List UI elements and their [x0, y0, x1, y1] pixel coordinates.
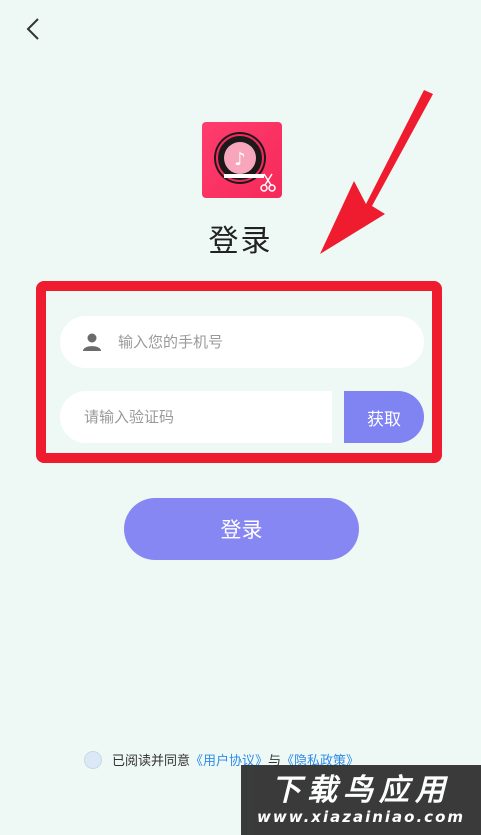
- login-button[interactable]: 登录: [124, 498, 359, 560]
- agreement-prefix: 已阅读并同意: [112, 754, 191, 769]
- watermark-title: 下载鸟应用: [271, 773, 451, 808]
- back-button[interactable]: [18, 14, 48, 44]
- music-disc-scissors-icon: ♪: [214, 132, 276, 192]
- annotation-highlight-box: [36, 281, 442, 463]
- chevron-left-icon: [26, 18, 39, 40]
- svg-text:♪: ♪: [234, 149, 246, 170]
- watermark-url: www.xiazainiao.com: [256, 808, 466, 826]
- agreement-checkbox[interactable]: [84, 750, 102, 769]
- app-logo: ♪: [202, 122, 282, 198]
- watermark: 下载鸟应用 www.xiazainiao.com: [241, 765, 481, 835]
- page-title: 登录: [208, 224, 273, 259]
